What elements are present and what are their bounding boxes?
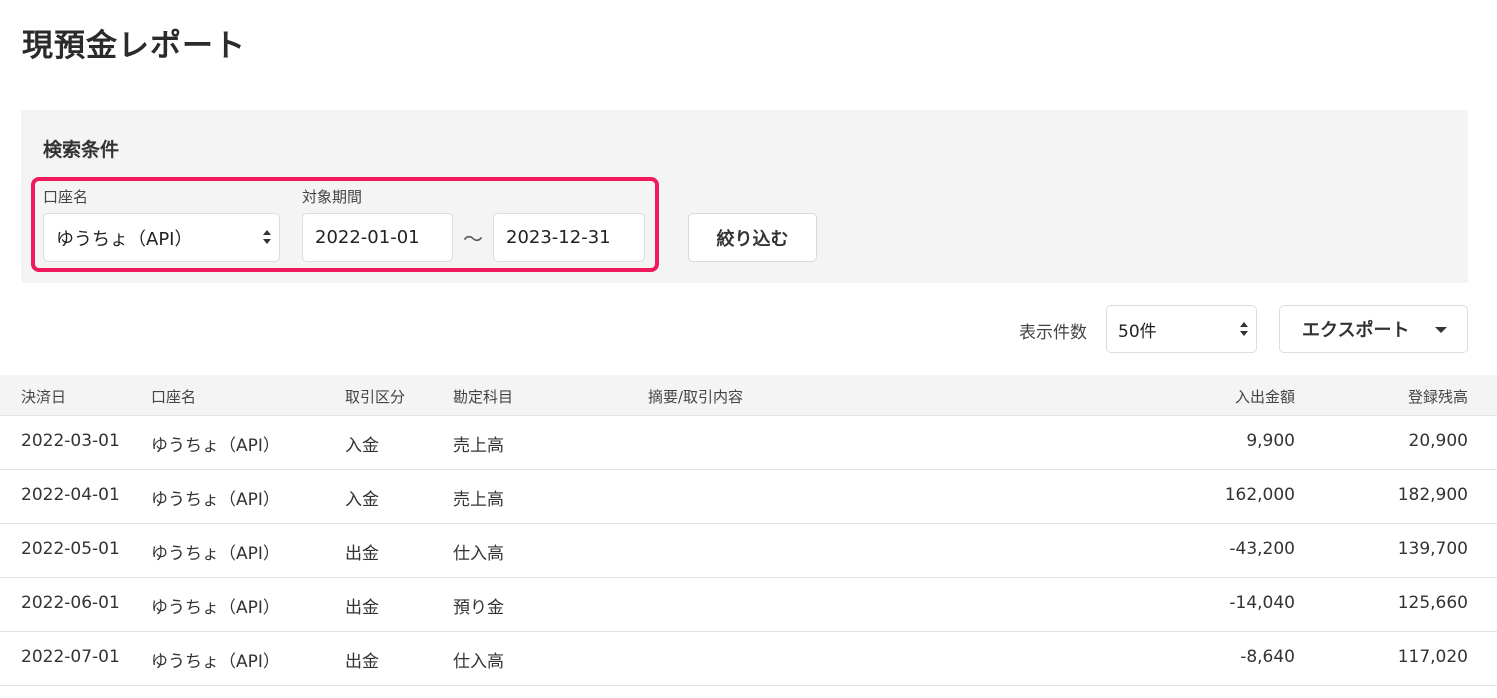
header-account: 口座名 (151, 388, 197, 406)
cell-type: 入金 (345, 436, 379, 456)
date-from-value: 2022-01-01 (315, 227, 420, 248)
cell-type: 出金 (345, 544, 379, 564)
table-row: 2022-06-01 ゆうちょ（API） 出金 預り金 -14,040 125,… (0, 578, 1497, 632)
date-to-value: 2023-12-31 (506, 227, 611, 248)
period-label: 対象期間 (302, 188, 363, 206)
cell-subject: 仕入高 (453, 544, 504, 564)
cell-amount: -43,200 (1229, 539, 1295, 559)
cell-subject: 預り金 (453, 598, 504, 618)
cell-type: 出金 (345, 598, 379, 618)
header-amount: 入出金額 (1234, 388, 1295, 406)
header-type: 取引区分 (345, 388, 406, 406)
cell-amount: -14,040 (1229, 593, 1295, 613)
account-label: 口座名 (43, 188, 89, 206)
date-to-input[interactable]: 2023-12-31 (493, 213, 645, 262)
page-title: 現預金レポート (22, 28, 246, 64)
cell-date: 2022-03-01 (21, 431, 120, 451)
cell-account: ゆうちょ（API） (151, 652, 280, 672)
cell-amount: 9,900 (1246, 431, 1295, 451)
count-select[interactable]: 50件 (1106, 305, 1257, 353)
table-row: 2022-04-01 ゆうちょ（API） 入金 売上高 162,000 182,… (0, 470, 1497, 524)
select-arrows-icon (263, 229, 271, 247)
cell-amount: 162,000 (1224, 485, 1295, 505)
search-panel: 検索条件 口座名 ゆうちょ（API） 対象期間 2022-01-01 ～ 202… (21, 110, 1468, 283)
header-subject: 勘定科目 (453, 388, 514, 406)
cell-date: 2022-04-01 (21, 485, 120, 505)
export-button[interactable]: エクスポート (1279, 305, 1468, 353)
cell-account: ゆうちょ（API） (151, 436, 280, 456)
account-select[interactable]: ゆうちょ（API） (43, 213, 280, 262)
cell-balance: 182,900 (1397, 485, 1468, 505)
chevron-down-icon (1435, 327, 1447, 333)
count-select-value: 50件 (1118, 321, 1157, 342)
cell-amount: -8,640 (1240, 647, 1295, 667)
period-separator: ～ (463, 227, 483, 251)
cell-subject: 売上高 (453, 490, 504, 510)
cell-date: 2022-07-01 (21, 647, 120, 667)
table-row: 2022-05-01 ゆうちょ（API） 出金 仕入高 -43,200 139,… (0, 524, 1497, 578)
cell-type: 入金 (345, 490, 379, 510)
select-arrows-icon (1240, 321, 1248, 339)
account-select-value: ゆうちょ（API） (56, 228, 193, 250)
date-from-input[interactable]: 2022-01-01 (302, 213, 453, 262)
cell-balance: 117,020 (1397, 647, 1468, 667)
cell-date: 2022-06-01 (21, 593, 120, 613)
table-header: 決済日 口座名 取引区分 勘定科目 摘要/取引内容 入出金額 登録残高 (0, 375, 1497, 416)
filter-button[interactable]: 絞り込む (688, 213, 817, 262)
cell-balance: 125,660 (1397, 593, 1468, 613)
cell-date: 2022-05-01 (21, 539, 120, 559)
table-row: 2022-07-01 ゆうちょ（API） 出金 仕入高 -8,640 117,0… (0, 632, 1497, 686)
cell-account: ゆうちょ（API） (151, 490, 280, 510)
search-heading: 検索条件 (43, 139, 120, 161)
header-date: 決済日 (21, 388, 67, 406)
export-button-label: エクスポート (1302, 320, 1410, 341)
cell-account: ゆうちょ（API） (151, 598, 280, 618)
count-label: 表示件数 (1019, 323, 1087, 343)
cell-account: ゆうちょ（API） (151, 544, 280, 564)
header-memo: 摘要/取引内容 (648, 388, 744, 406)
cell-subject: 売上高 (453, 436, 504, 456)
cell-balance: 20,900 (1408, 431, 1468, 451)
cell-balance: 139,700 (1397, 539, 1468, 559)
cell-subject: 仕入高 (453, 652, 504, 672)
cell-type: 出金 (345, 652, 379, 672)
header-balance: 登録残高 (1407, 388, 1468, 406)
table-row: 2022-03-01 ゆうちょ（API） 入金 売上高 9,900 20,900 (0, 416, 1497, 470)
